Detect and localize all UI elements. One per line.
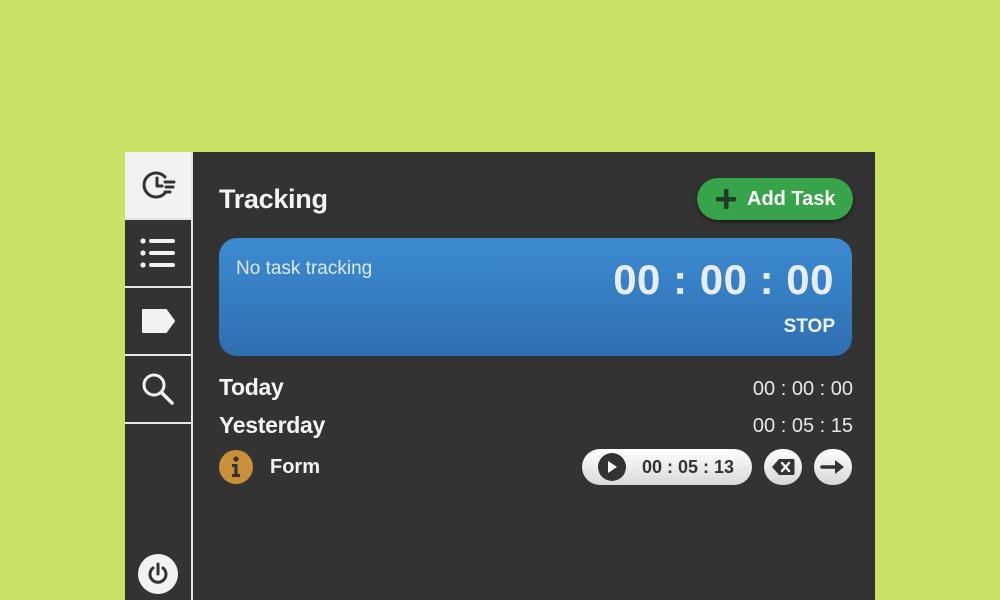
yesterday-time: 00 : 05 : 15 (752, 415, 853, 437)
plus-icon (715, 188, 737, 210)
play-icon[interactable] (598, 453, 626, 481)
list-icon (140, 238, 175, 268)
add-task-label: Add Task (747, 187, 836, 210)
sidebar (125, 152, 193, 600)
backspace-icon (772, 459, 795, 475)
today-time: 00 : 00 : 00 (752, 378, 853, 400)
tracker-card: No task tracking 00 : 00 : 00 STOP (219, 238, 852, 356)
delete-task-button[interactable] (764, 449, 802, 485)
task-time: 00 : 05 : 13 (642, 456, 735, 477)
info-icon[interactable] (219, 450, 253, 484)
search-icon (142, 373, 174, 405)
sidebar-item-search[interactable] (125, 356, 191, 424)
today-label: Today (219, 374, 284, 400)
tracker-timer: 00 : 00 : 00 (613, 256, 834, 303)
clock-list-icon (142, 171, 176, 199)
sidebar-item-tasks[interactable] (125, 220, 191, 288)
tag-icon (142, 309, 175, 333)
tracker-status: No task tracking (236, 258, 373, 279)
arrow-right-icon (820, 460, 844, 474)
task-name: Form (270, 456, 320, 478)
tracking-app: Tracking Add Task No task tracking 00 : … (125, 152, 875, 600)
yesterday-label: Yesterday (219, 412, 325, 438)
main-panel: Tracking Add Task No task tracking 00 : … (193, 152, 875, 600)
power-button[interactable] (138, 554, 178, 594)
sidebar-item-tags[interactable] (125, 288, 191, 356)
stop-button[interactable]: STOP (784, 316, 835, 338)
task-timer-pill[interactable]: 00 : 05 : 13 (582, 449, 752, 485)
add-task-button[interactable]: Add Task (697, 178, 853, 220)
page-title: Tracking (219, 184, 328, 214)
sidebar-item-tracking[interactable] (125, 152, 191, 220)
open-task-button[interactable] (814, 449, 852, 485)
power-icon (148, 562, 168, 584)
